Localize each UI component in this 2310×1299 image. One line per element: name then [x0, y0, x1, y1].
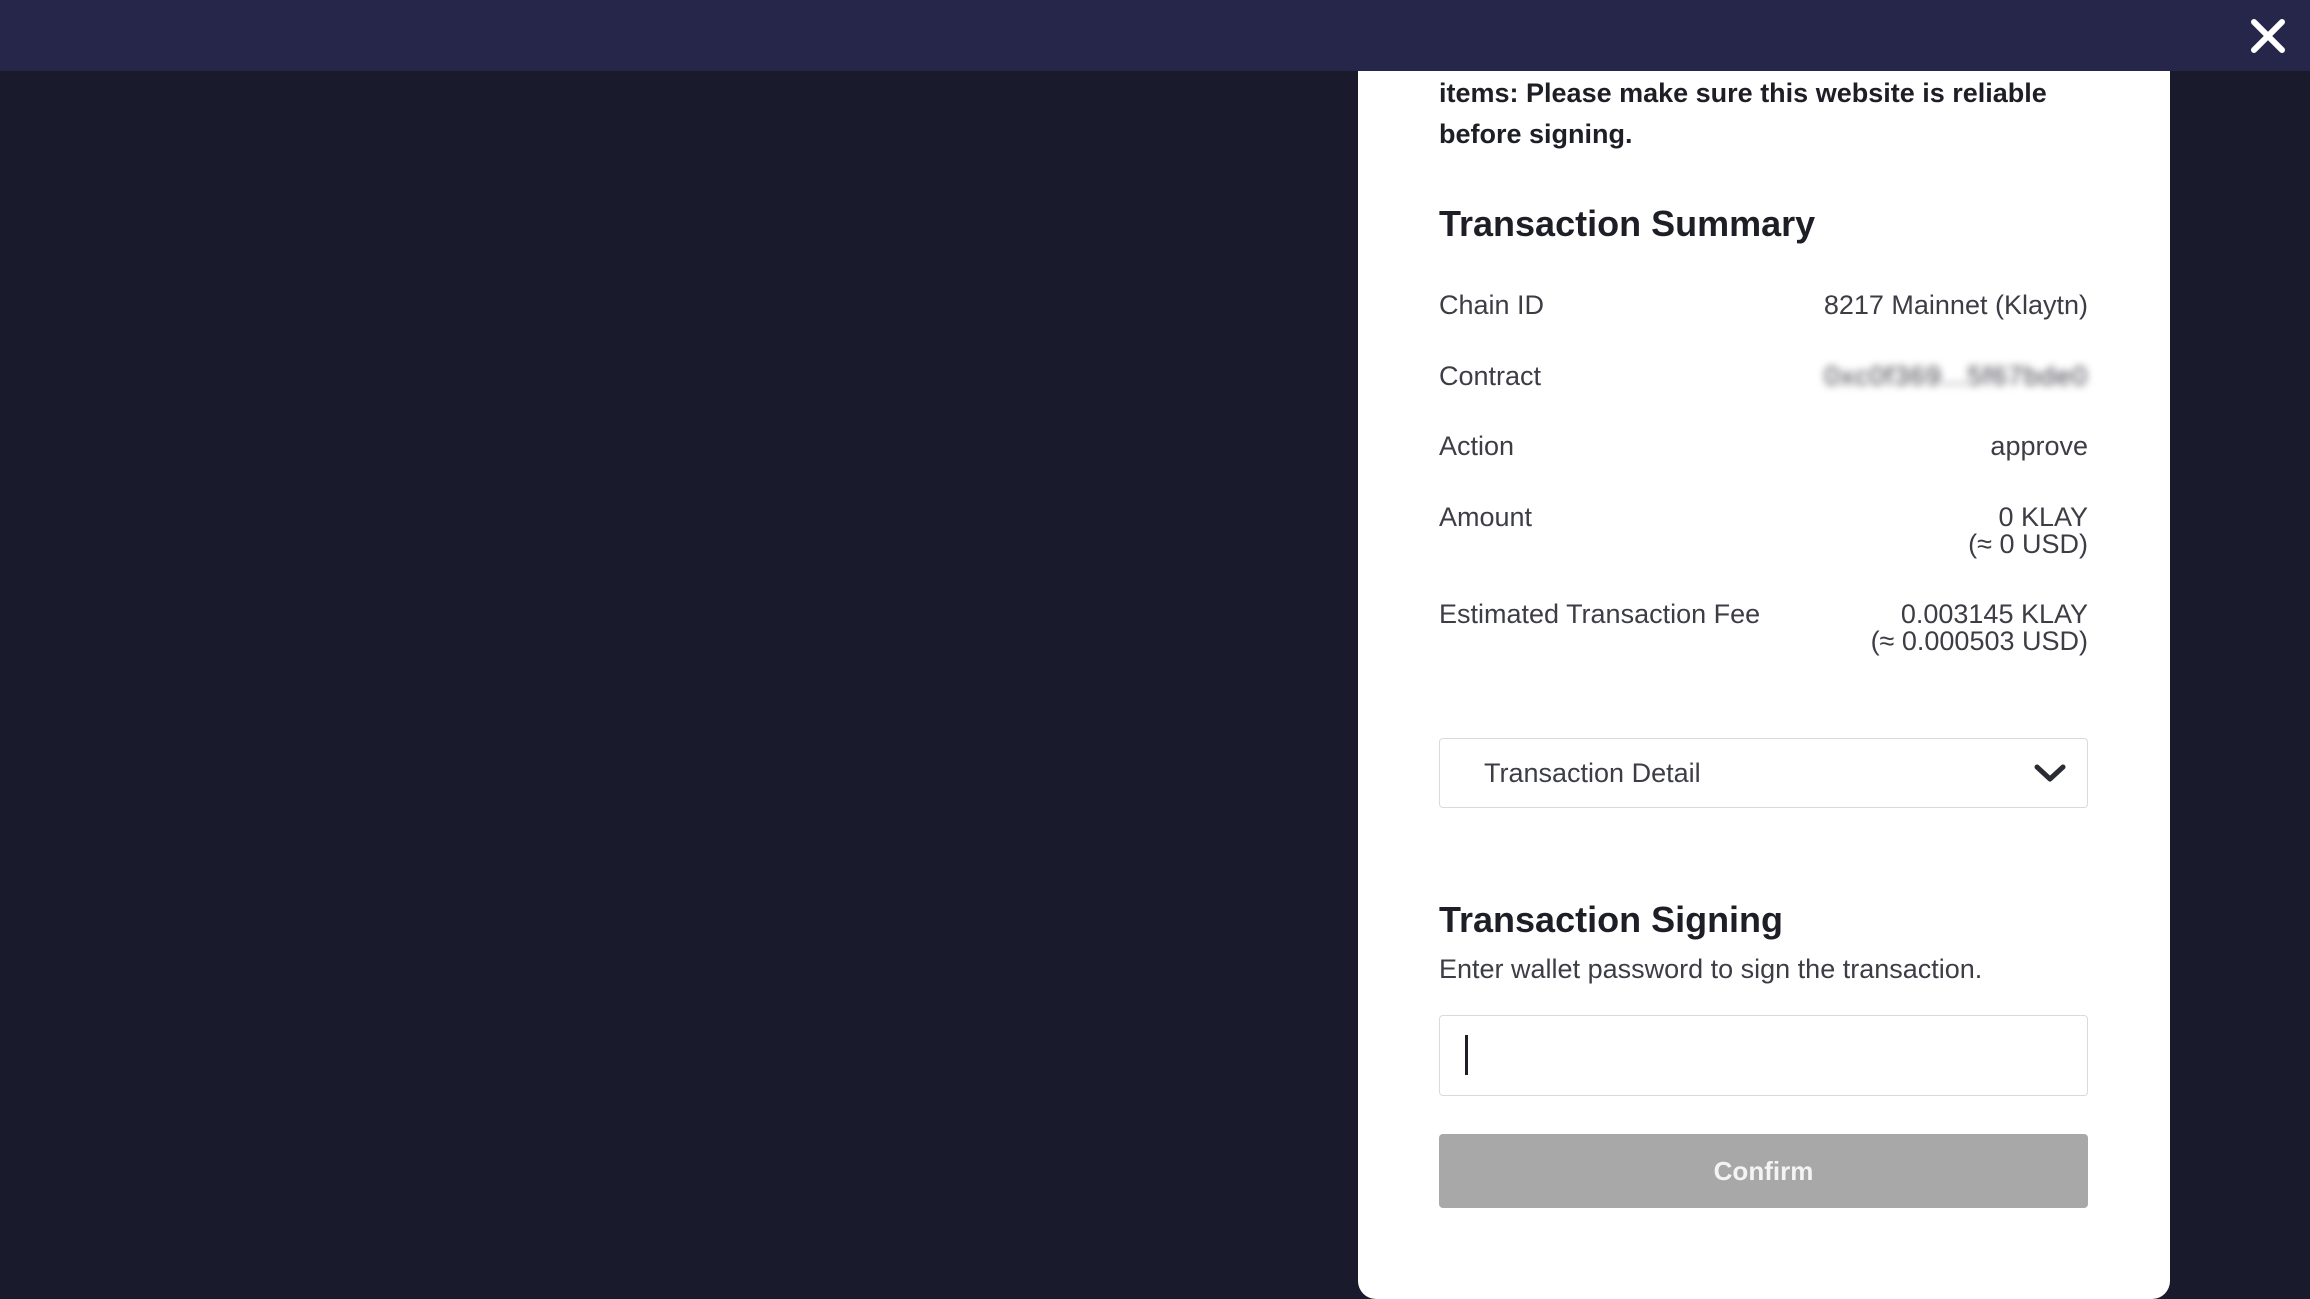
fee-usd: (≈ 0.000503 USD): [1870, 626, 2088, 656]
close-button[interactable]: [2246, 14, 2290, 58]
summary-title: Transaction Summary: [1439, 203, 1816, 244]
summary-row-fee: Estimated Transaction Fee 0.003145 KLAY …: [1439, 601, 2088, 655]
row-value: 8217 Mainnet (Klaytn): [1823, 290, 2088, 320]
row-label: Chain ID: [1439, 290, 1545, 320]
dropdown-label: Transaction Detail: [1484, 757, 1701, 788]
transaction-panel: items: Please make sure this website is …: [1358, 71, 2170, 1299]
confirm-button[interactable]: Confirm: [1439, 1134, 2088, 1208]
amount-usd: (≈ 0 USD): [1968, 529, 2088, 559]
row-label: Estimated Transaction Fee: [1439, 599, 1761, 629]
summary-row-contract: Contract 0xc0f369...5f67bde0: [1439, 363, 2088, 390]
signing-subtitle: Enter wallet password to sign the transa…: [1439, 954, 1983, 984]
summary-row-amount: Amount 0 KLAY (≈ 0 USD): [1439, 504, 2088, 558]
warning-text: items: Please make sure this website is …: [1439, 78, 2047, 149]
amount-klay: 0 KLAY: [1998, 502, 2088, 532]
summary-row-chain-id: Chain ID 8217 Mainnet (Klaytn): [1439, 292, 2088, 319]
signing-title: Transaction Signing: [1439, 899, 1784, 940]
chevron-down-icon: [2034, 764, 2066, 782]
top-bar: [0, 0, 2310, 71]
row-label: Action: [1439, 431, 1515, 461]
transaction-detail-dropdown[interactable]: Transaction Detail: [1439, 738, 2088, 808]
row-value: approve: [1990, 431, 2088, 461]
summary-row-action: Action approve: [1439, 433, 2088, 460]
text-cursor: [1465, 1035, 1468, 1075]
password-input[interactable]: [1439, 1015, 2088, 1096]
row-value: 0.003145 KLAY (≈ 0.000503 USD): [1871, 601, 2088, 655]
fee-klay: 0.003145 KLAY: [1900, 599, 2088, 629]
contract-address: 0xc0f369...5f67bde0: [1824, 361, 2088, 391]
close-icon: [2251, 19, 2285, 53]
row-label: Contract: [1439, 361, 1542, 391]
row-label: Amount: [1439, 502, 1533, 532]
row-value: 0 KLAY (≈ 0 USD): [1968, 504, 2088, 558]
